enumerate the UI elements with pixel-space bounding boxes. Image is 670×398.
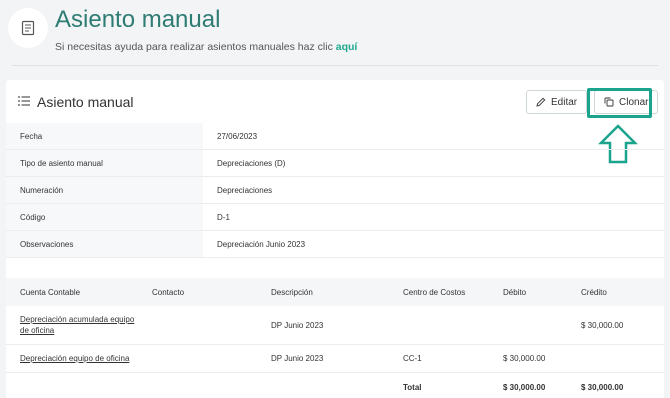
- table-row: Depreciación equipo de oficina DP Junio …: [6, 345, 664, 373]
- description-cell: DP Junio 2023: [271, 320, 324, 330]
- list-icon: [18, 96, 30, 106]
- column-header-credito: Crédito: [581, 287, 607, 297]
- column-header-cuenta: Cuenta Contable: [20, 287, 81, 297]
- card-header: Asiento manual Editar Clonar: [6, 80, 664, 123]
- account-link[interactable]: Depreciación acumulada equipo de oficina: [20, 314, 140, 336]
- total-credit: $ 30,000.00: [581, 382, 624, 392]
- entries-table: Cuenta Contable Contacto Descripción Cen…: [6, 278, 664, 398]
- table-total-row: Total $ 30,000.00 $ 30,000.00: [6, 373, 664, 398]
- account-link[interactable]: Depreciación equipo de oficina: [20, 354, 129, 363]
- detail-value: D-1: [217, 212, 230, 222]
- detail-row-fecha: Fecha 27/06/2023: [6, 123, 664, 150]
- detail-value: 27/06/2023: [217, 131, 258, 141]
- help-text: Si necesitas ayuda para realizar asiento…: [55, 41, 357, 53]
- cost-center-cell: CC-1: [403, 354, 422, 363]
- account-cell: Depreciación equipo de oficina: [6, 353, 152, 364]
- credit-cell: $ 30,000.00: [581, 320, 624, 330]
- document-icon: [8, 8, 48, 48]
- detail-row-observaciones: Observaciones Depreciación Junio 2023: [6, 231, 664, 258]
- account-cell: Depreciación acumulada equipo de oficina: [6, 314, 152, 336]
- detail-row-tipo: Tipo de asiento manual Depreciaciones (D…: [6, 150, 664, 177]
- detail-label: Numeración: [6, 177, 203, 203]
- page-title: Asiento manual: [55, 6, 221, 33]
- clone-button-label: Clonar: [619, 96, 649, 108]
- column-header-centro: Centro de Costos: [403, 287, 466, 297]
- copy-icon: [604, 97, 614, 107]
- entry-card: Asiento manual Editar Clonar Fecha 27/06…: [6, 80, 664, 398]
- column-header-descripcion: Descripción: [271, 287, 313, 297]
- detail-value: Depreciación Junio 2023: [217, 239, 306, 249]
- edit-button[interactable]: Editar: [526, 90, 588, 114]
- help-text-label: Si necesitas ayuda para realizar asiento…: [55, 41, 336, 53]
- detail-label: Código: [6, 204, 203, 230]
- card-title: Asiento manual: [37, 94, 134, 110]
- detail-value: Depreciaciones: [217, 185, 273, 195]
- pencil-icon: [536, 97, 546, 107]
- detail-label: Tipo de asiento manual: [6, 150, 203, 176]
- detail-row-codigo: Código D-1: [6, 204, 664, 231]
- detail-value: Depreciaciones (D): [217, 158, 286, 168]
- column-header-contacto: Contacto: [152, 287, 185, 297]
- page-header: Asiento manual Si necesitas ayuda para r…: [0, 0, 670, 66]
- column-header-debito: Débito: [503, 287, 527, 297]
- edit-button-label: Editar: [551, 96, 578, 108]
- total-debit: $ 30,000.00: [503, 382, 546, 392]
- table-row: Depreciación acumulada equipo de oficina…: [6, 306, 664, 345]
- clone-button[interactable]: Clonar: [594, 90, 659, 114]
- description-cell: DP Junio 2023: [271, 354, 324, 363]
- table-header: Cuenta Contable Contacto Descripción Cen…: [6, 278, 664, 306]
- detail-row-numeracion: Numeración Depreciaciones: [6, 177, 664, 204]
- detail-label: Observaciones: [6, 231, 203, 257]
- detail-label: Fecha: [6, 123, 203, 149]
- header-divider: [12, 65, 658, 66]
- details-list: Fecha 27/06/2023 Tipo de asiento manual …: [6, 123, 664, 258]
- help-link[interactable]: aquí: [336, 41, 358, 53]
- debit-cell: $ 30,000.00: [503, 354, 546, 363]
- total-label: Total: [403, 382, 422, 392]
